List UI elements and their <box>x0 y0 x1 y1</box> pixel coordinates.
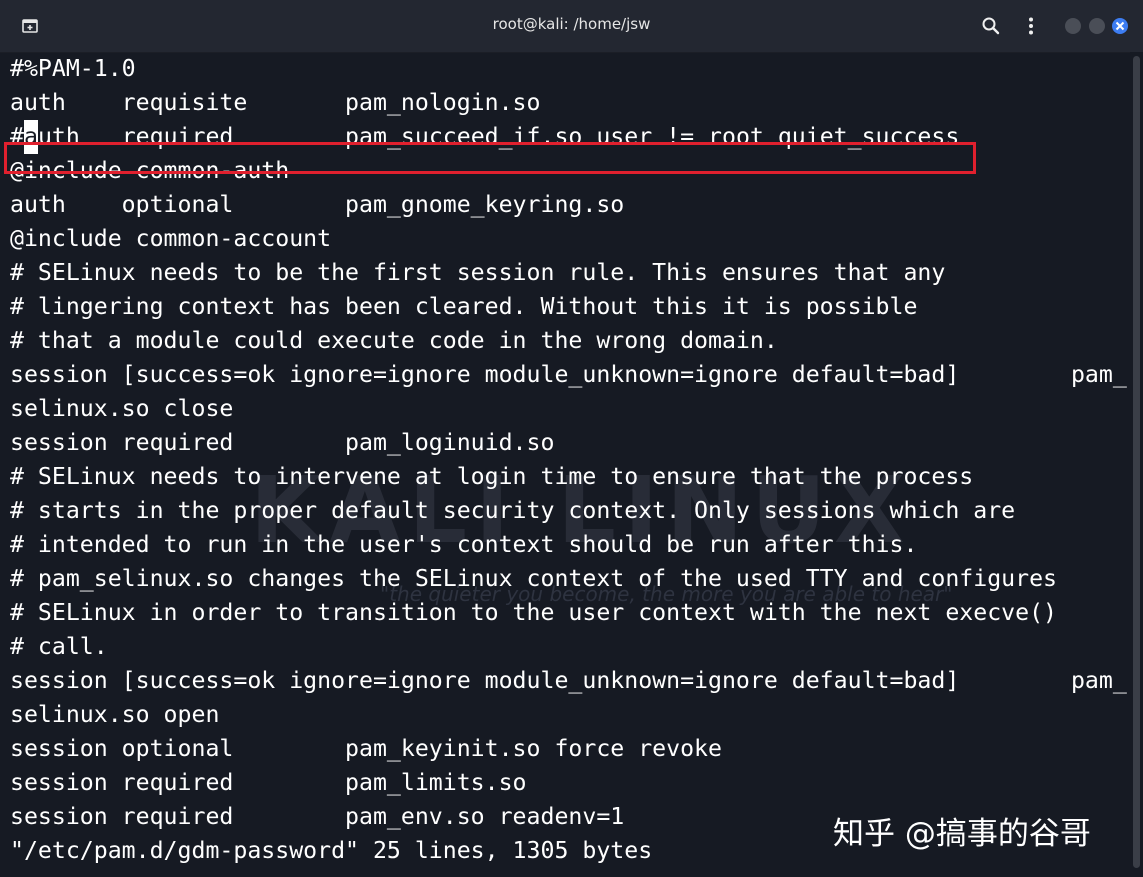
highlight-annotation-box <box>4 142 976 174</box>
editor-line: #%PAM-1.0 <box>10 55 136 82</box>
editor-line: # SELinux needs to intervene at login ti… <box>10 463 974 490</box>
scrollbar-thumb[interactable] <box>1133 56 1140 868</box>
editor-line: session required pam_limits.so <box>10 769 527 796</box>
editor-line: session [success=ok ignore=ignore module… <box>10 361 1127 388</box>
editor-line: auth requisite pam_nologin.so <box>10 89 541 116</box>
maximize-button[interactable] <box>1089 18 1105 34</box>
window-title: root@kali: /home/jsw <box>492 15 651 33</box>
close-button[interactable] <box>1112 18 1128 34</box>
editor-line: # starts in the proper default security … <box>10 497 1016 524</box>
zhihu-watermark: 知乎 @搞事的谷哥 <box>833 816 1091 852</box>
editor-line: # lingering context has been cleared. Wi… <box>10 293 918 320</box>
editor-line: session required pam_loginuid.so <box>10 429 555 456</box>
search-icon[interactable] <box>981 16 1001 36</box>
title-bar: root@kali: /home/jsw <box>0 0 1143 53</box>
editor-line: session optional pam_keyinit.so force re… <box>10 735 722 762</box>
editor-line: @include common-account <box>10 225 332 252</box>
close-icon <box>1115 21 1125 31</box>
terminal-scrollbar[interactable] <box>1130 52 1143 877</box>
editor-line: auth optional pam_gnome_keyring.so <box>10 191 625 218</box>
editor-line: # SELinux needs to be the first session … <box>10 259 946 286</box>
editor-line: # intended to run in the user's context … <box>10 531 918 558</box>
kebab-menu-icon[interactable] <box>1021 16 1041 36</box>
editor-line: # that a module could execute code in th… <box>10 327 778 354</box>
editor-line: # call. <box>10 633 108 660</box>
editor-line: # pam_selinux.so changes the SELinux con… <box>10 565 1058 592</box>
editor-line: selinux.so open <box>10 701 220 728</box>
terminal-window: root@kali: /home/jsw KALI LINUX "the qui… <box>0 0 1143 877</box>
editor-line: session [success=ok ignore=ignore module… <box>10 667 1127 694</box>
minimize-button[interactable] <box>1065 18 1081 34</box>
terminal-content[interactable]: KALI LINUX "the quieter you become, the … <box>0 52 1130 877</box>
editor-buffer[interactable]: #%PAM-1.0 auth requisite pam_nologin.so #a… <box>10 52 1127 868</box>
editor-line: selinux.so close <box>10 395 234 422</box>
editor-line: # SELinux in order to transition to the … <box>10 599 1058 626</box>
